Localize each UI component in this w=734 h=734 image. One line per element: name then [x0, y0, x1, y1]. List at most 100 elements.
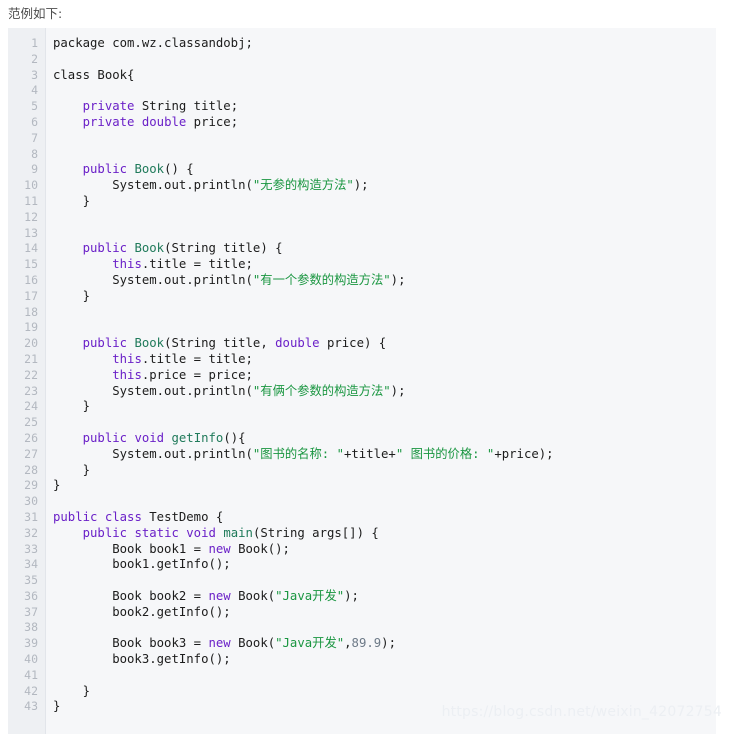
code-token: (String args[]) { [252, 525, 379, 540]
code-token: Book( [230, 588, 276, 603]
line-number: 8 [31, 146, 38, 161]
code-token: "有俩个参数的构造方法" [252, 383, 391, 398]
line-number: 15 [24, 257, 38, 272]
line-number: 38 [24, 620, 38, 635]
code-token: static [134, 525, 179, 540]
code-token: Book [134, 336, 165, 351]
code-token: (String title, [164, 336, 276, 351]
line-number: 17 [24, 288, 38, 303]
code-line: this.title = title; [53, 352, 716, 368]
code-token: public [82, 336, 128, 351]
line-number-gutter: 1 2 3 4 5 6 7 8 9 10 11 12 13 14 15 16 17 18 19 20 21 22 23 24 2… [8, 28, 46, 734]
code-token: this [112, 257, 142, 272]
code-token: TestDemo { [141, 509, 224, 524]
line-number: 12 [24, 209, 38, 224]
code-token: getInfo [171, 430, 224, 445]
code-line: } [53, 399, 716, 415]
code-line: private String title; [53, 99, 716, 115]
code-line: book1.getInfo(); [53, 557, 716, 573]
code-token: 89.9 [351, 636, 382, 651]
line-number: 2 [31, 51, 38, 66]
code-line: System.out.println("图书的名称: "+title+" 图书的… [53, 447, 716, 463]
code-token: public [82, 430, 128, 445]
code-token: ); [381, 636, 396, 651]
code-token: } [53, 462, 91, 477]
line-number: 35 [24, 573, 38, 588]
code-line: private double price; [53, 115, 716, 131]
line-number: 32 [24, 525, 38, 540]
code-token: (String title) { [164, 241, 283, 256]
line-number: 16 [24, 272, 38, 287]
line-number: 31 [24, 509, 38, 524]
code-token: void [134, 430, 165, 445]
line-number: 14 [24, 241, 38, 256]
line-number: 5 [31, 99, 38, 114]
code-line: book2.getInfo(); [53, 605, 716, 621]
code-token: String title; [134, 99, 239, 114]
code-token: ); [344, 588, 359, 603]
code-token: price; [186, 114, 239, 129]
code-token: +price); [494, 446, 554, 461]
code-token: System.out.println( [53, 272, 253, 287]
line-number: 4 [31, 83, 38, 98]
code-token: public [82, 162, 128, 177]
code-line: public static void main(String args[]) { [53, 526, 716, 542]
line-number: 41 [24, 667, 38, 682]
line-number: 22 [24, 367, 38, 382]
line-number: 25 [24, 415, 38, 430]
code-token: .price = price; [141, 367, 253, 382]
code-line: Book book1 = new Book(); [53, 542, 716, 558]
code-token: public [82, 525, 128, 540]
code-token: package com.wz.classandobj; [53, 36, 253, 50]
code-token: Book [134, 162, 165, 177]
code-line: public void getInfo(){ [53, 431, 716, 447]
code-token: } [53, 478, 61, 493]
code-line: Book book2 = new Book("Java开发"); [53, 589, 716, 605]
line-number: 37 [24, 604, 38, 619]
code-line: public Book(String title, double price) … [53, 336, 716, 352]
code-token: System.out.println( [53, 178, 253, 193]
line-number: 39 [24, 636, 38, 651]
watermark-text: https://blog.csdn.net/weixin_42072754 [441, 704, 722, 720]
code-line: } [53, 684, 716, 700]
code-token: price) { [319, 336, 387, 351]
code-line: public Book(String title) { [53, 241, 716, 257]
code-token: Book [134, 241, 165, 256]
code-token: System.out.println( [53, 446, 253, 461]
code-token: } [53, 288, 91, 303]
line-number: 28 [24, 462, 38, 477]
line-number: 30 [24, 494, 38, 509]
code-token: void [186, 525, 216, 540]
code-token: (){ [223, 430, 246, 445]
code-token: this [112, 367, 142, 382]
line-number: 7 [31, 130, 38, 145]
code-token: } [53, 683, 91, 698]
line-number: 36 [24, 588, 38, 603]
page-root: 范例如下: 1 2 3 4 5 6 7 8 9 10 11 12 13 14 15 16 17 18 19 20 21 2… [0, 0, 734, 734]
code-token: "图书的名称: " [252, 446, 344, 461]
intro-paragraph: 范例如下: [8, 6, 63, 21]
line-number: 13 [24, 225, 38, 240]
code-token: Book( [230, 636, 276, 651]
line-number: 24 [24, 399, 38, 414]
code-content[interactable]: package com.wz.classandobj; class Book{ … [47, 36, 716, 734]
code-token: "Java开发" [275, 588, 345, 603]
line-number: 19 [24, 320, 38, 335]
code-token: private [82, 99, 135, 114]
code-token: main [223, 525, 253, 540]
code-line: } [53, 194, 716, 210]
